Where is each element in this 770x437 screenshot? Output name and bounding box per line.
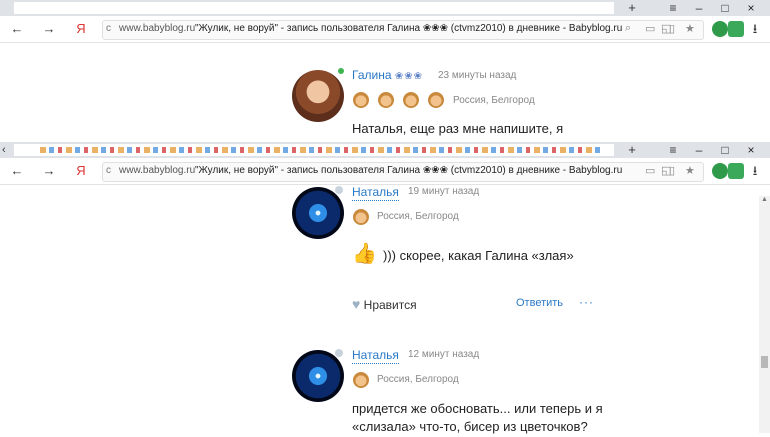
star-icon[interactable]: ★ (685, 22, 695, 35)
scrollbar-thumb[interactable] (761, 356, 768, 368)
child-icon (403, 92, 419, 108)
timestamp: 23 минуты назад (438, 70, 517, 81)
extension-icon[interactable] (712, 21, 728, 37)
heart-icon: ♥ (352, 296, 361, 312)
yandex-icon[interactable]: Я (70, 158, 92, 184)
reader-icon[interactable]: ▭ (645, 22, 655, 35)
rank-stars: ❀❀❀ (394, 71, 423, 82)
reply-button[interactable]: Ответить (516, 297, 563, 309)
yandex-icon[interactable]: Я (70, 16, 92, 42)
menu-icon[interactable]: ≡ (660, 142, 686, 158)
forward-button[interactable]: → (38, 16, 60, 42)
child-icon (353, 372, 369, 388)
search-icon[interactable]: ⌕ (625, 22, 631, 35)
tab-scroll-left[interactable]: ‹ (2, 142, 6, 158)
extension-icon[interactable] (712, 163, 728, 179)
forward-button[interactable]: → (38, 158, 60, 184)
nav-bar-second: ← → Я c www.babyblog.ru "Жулик, не воруй… (0, 158, 770, 185)
minimize-button[interactable]: – (686, 142, 712, 158)
nav-bar-top: ← → Я c www.babyblog.ru "Жулик, не воруй… (0, 16, 770, 43)
maximize-button[interactable]: □ (712, 0, 738, 16)
address-domain: www.babyblog.ru (119, 165, 196, 176)
reader-icon[interactable]: ▭ (645, 164, 655, 177)
like-label: Нравится (363, 298, 417, 312)
address-title: "Жулик, не воруй" - запись пользователя … (195, 23, 623, 34)
new-tab-button[interactable]: + (620, 142, 644, 158)
location: Россия, Белгород (453, 95, 535, 106)
tab-strip-top: + ≡ – □ × (0, 0, 770, 16)
close-button[interactable]: × (738, 0, 764, 16)
comment-text: Наталья, еще раз мне напишите, я (352, 121, 564, 136)
child-icon (353, 92, 369, 108)
minimize-button[interactable]: – (686, 0, 712, 16)
download-icon[interactable]: ⭳ (744, 158, 766, 184)
comment-natalya-2: Наталья 12 минут назад Россия, Белгород … (0, 348, 759, 434)
download-icon[interactable]: ⭳ (744, 16, 766, 42)
scroll-up-arrow[interactable]: ▲ (759, 196, 770, 203)
timestamp: 12 минут назад (408, 349, 480, 360)
child-icon (378, 92, 394, 108)
status-indicator (334, 185, 344, 195)
scrollbar[interactable]: ▲ (759, 196, 770, 433)
lock-icon: c (106, 23, 111, 34)
thumbs-up-icon: 👍 (352, 243, 377, 265)
back-button[interactable]: ← (6, 16, 28, 42)
tab-icons-row (40, 147, 600, 153)
author-name-text[interactable]: Наталья (352, 185, 399, 199)
like-button[interactable]: ♥ Нравится (352, 296, 417, 312)
author-name-text[interactable]: Галина (352, 68, 392, 82)
extension-icon-2[interactable] (728, 21, 744, 37)
avatar[interactable] (292, 70, 344, 122)
extension-icon-2[interactable] (728, 163, 744, 179)
online-indicator (338, 68, 344, 74)
author-name[interactable]: Галина ❀❀❀ (352, 68, 423, 82)
avatar[interactable] (292, 187, 344, 239)
address-domain: www.babyblog.ru (119, 23, 196, 34)
menu-icon[interactable]: ≡ (660, 0, 686, 16)
comment-natalya-1: Наталья 19 минут назад Россия, Белгород … (0, 185, 759, 325)
author-name[interactable]: Наталья (352, 348, 399, 364)
bookmark-icon[interactable]: ▯ (669, 22, 675, 35)
child-icon (428, 92, 444, 108)
lock-icon: c (106, 165, 111, 176)
timestamp: 19 минут назад (408, 186, 480, 197)
location: Россия, Белгород (377, 374, 459, 385)
star-icon[interactable]: ★ (685, 164, 695, 177)
address-title: "Жулик, не воруй" - запись пользователя … (195, 165, 623, 176)
avatar[interactable] (292, 350, 344, 402)
address-bar[interactable]: c www.babyblog.ru "Жулик, не воруй" - за… (102, 162, 704, 182)
status-indicator (334, 348, 344, 358)
window-controls: ≡ – □ × (660, 142, 764, 158)
tab-area[interactable] (14, 2, 614, 14)
more-button[interactable]: ··· (579, 295, 594, 309)
location: Россия, Белгород (377, 211, 459, 222)
comment-text-line-2: «слизала» что-то, бисер из цветочков? (352, 419, 588, 434)
comment-galina: Галина ❀❀❀ 23 минуты назад Россия, Белго… (0, 42, 770, 142)
close-button[interactable]: × (738, 142, 764, 158)
bookmark-icon[interactable]: ▯ (669, 164, 675, 177)
new-tab-button[interactable]: + (620, 0, 644, 16)
author-underline (352, 363, 399, 364)
comment-text: ))) скорее, какая Галина «злая» (383, 248, 574, 263)
author-name[interactable]: Наталья (352, 185, 399, 201)
maximize-button[interactable]: □ (712, 142, 738, 158)
back-button[interactable]: ← (6, 158, 28, 184)
author-underline (352, 200, 399, 201)
address-bar[interactable]: c www.babyblog.ru "Жулик, не воруй" - за… (102, 20, 704, 40)
window-controls: ≡ – □ × (660, 0, 764, 16)
tab-strip-second: ‹ + ≡ – □ × (0, 142, 770, 158)
child-icon (353, 209, 369, 225)
author-name-text[interactable]: Наталья (352, 348, 399, 362)
